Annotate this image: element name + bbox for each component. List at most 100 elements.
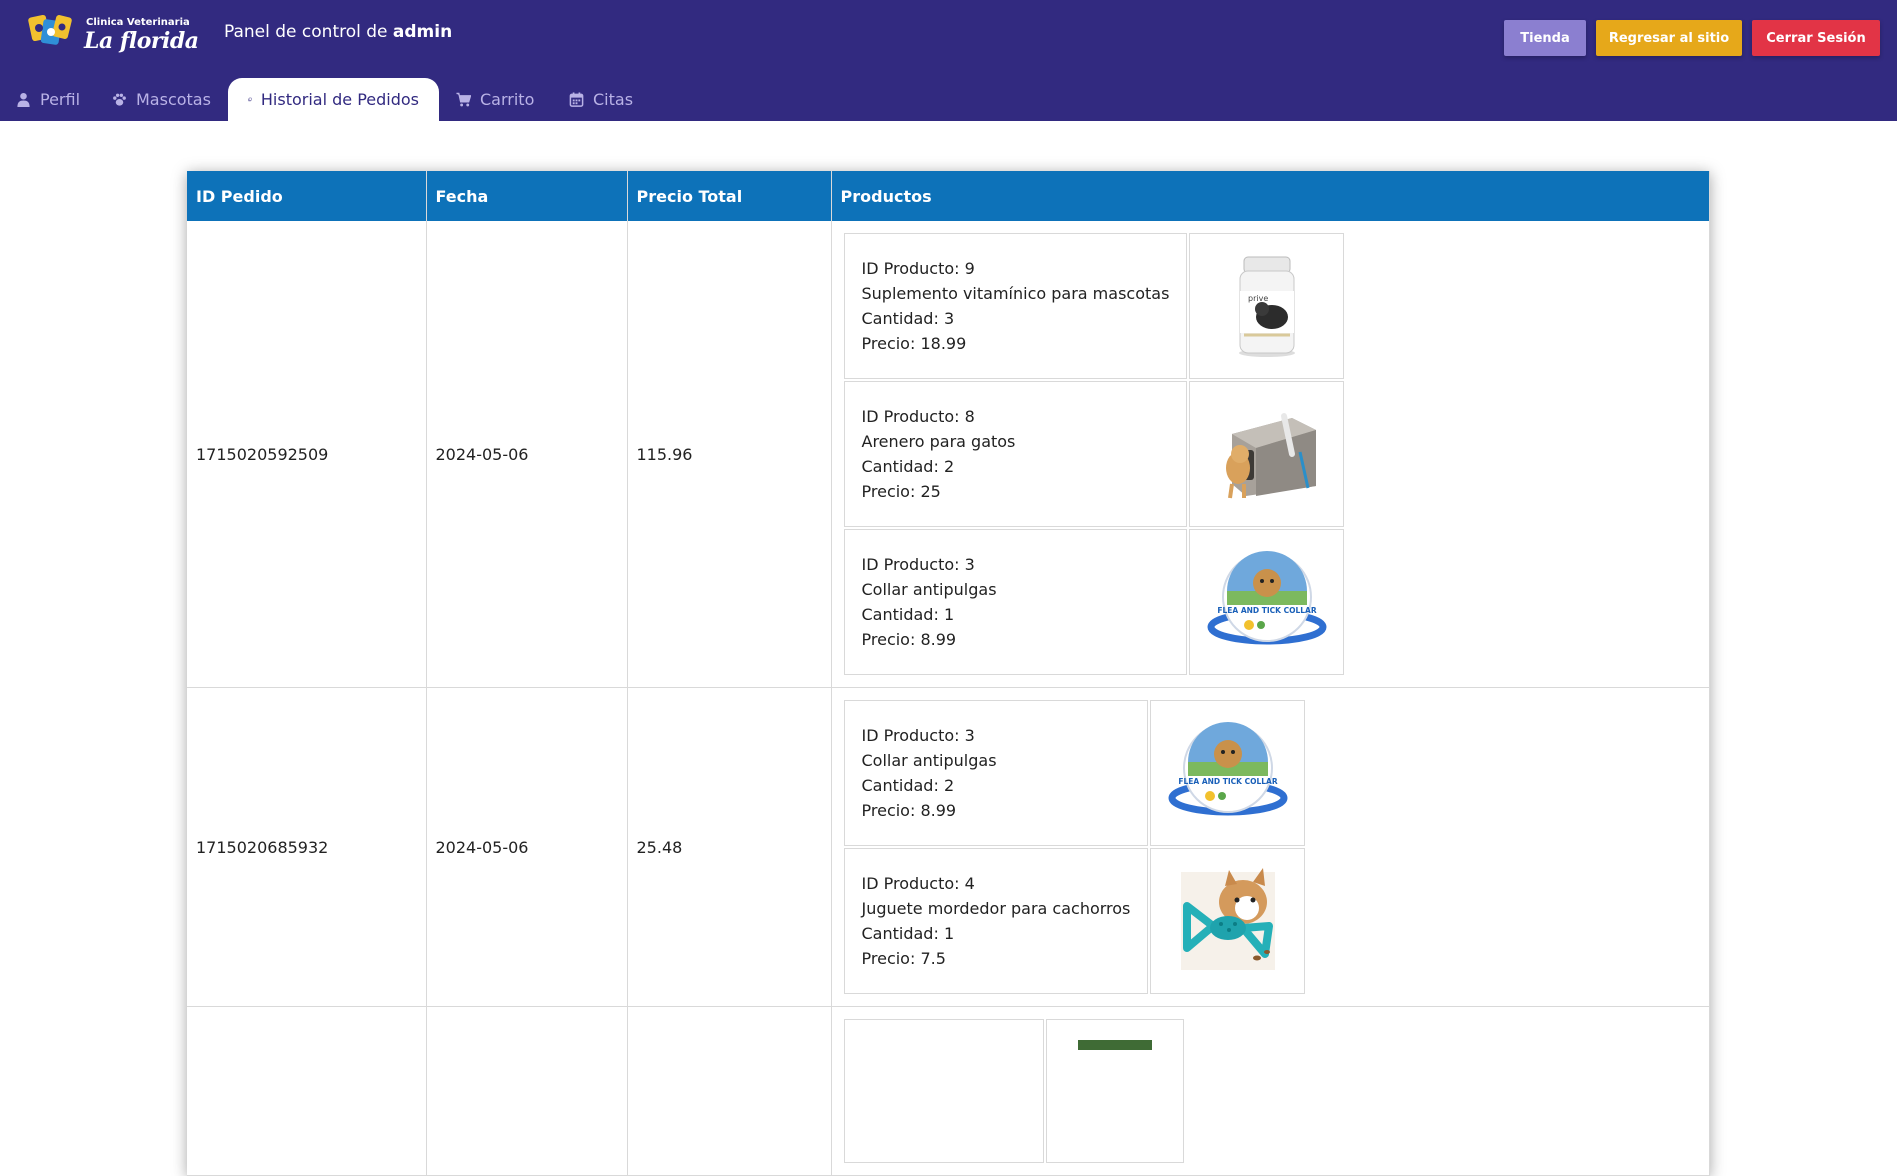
tab-carrito-label: Carrito (480, 90, 535, 109)
order-products: ID Producto: 3 Collar antipulgas Cantida… (831, 687, 1710, 1007)
product-info: ID Producto: 3 Collar antipulgas Cantida… (843, 529, 1188, 675)
product-image-cell (1150, 848, 1306, 994)
chew-toy-image (1160, 859, 1295, 983)
product-name: Collar antipulgas (861, 751, 997, 770)
product-id-line: ID Producto: 9 (862, 256, 1170, 281)
header-id-pedido: ID Pedido (187, 171, 427, 221)
product-price-line: Precio: 7.5 (862, 946, 1131, 971)
svg-text:prive: prive (1248, 294, 1268, 303)
product-image-cell (1189, 381, 1345, 527)
tab-mascotas[interactable]: Mascotas (112, 78, 211, 121)
products-list: ID Producto: 3 Collar antipulgas Cantida… (842, 698, 1308, 996)
product-info (843, 1019, 1044, 1163)
tab-perfil[interactable]: Perfil (16, 78, 80, 121)
order-products (831, 1006, 1710, 1176)
panel-username: admin (392, 22, 453, 42)
tab-historial-pedidos[interactable]: Historial de Pedidos (228, 78, 439, 121)
svg-text:FLEA AND TICK COLLAR: FLEA AND TICK COLLAR (1178, 777, 1277, 786)
product-qty-label: Cantidad: (861, 457, 944, 476)
order-products: ID Producto: 9 Suplemento vitamínico par… (831, 221, 1710, 688)
supplement-bottle-image: prive (1199, 244, 1334, 368)
tab-citas-label: Citas (593, 90, 634, 109)
order-total: 115.96 (627, 221, 832, 688)
logo-text-line1: Clinica Veterinaria (86, 17, 190, 28)
user-icon (17, 92, 30, 107)
tab-mascotas-label: Mascotas (136, 90, 211, 109)
product-id-line: ID Producto: 3 (862, 723, 1131, 748)
product-info: ID Producto: 9 Suplemento vitamínico par… (843, 233, 1188, 379)
product-id-line: ID Producto: 4 (862, 871, 1131, 896)
tab-carrito[interactable]: Carrito (456, 78, 534, 121)
product-image-cell: FLEA AND TICK COLLAR (1150, 700, 1306, 846)
products-list: ID Producto: 9 Suplemento vitamínico par… (842, 231, 1347, 677)
product-qty-line: Cantidad: 2 (862, 773, 1131, 798)
top-navbar: Clinica Veterinaria La florida Panel de … (0, 0, 1897, 121)
tab-historial-label: Historial de Pedidos (260, 90, 419, 109)
tab-perfil-label: Perfil (40, 90, 81, 109)
product-id: 4 (964, 874, 975, 893)
product-row: ID Producto: 9 Suplemento vitamínico par… (843, 233, 1345, 379)
product-price-label: Precio: (861, 334, 921, 353)
product-id-label: ID Producto: (861, 555, 965, 574)
product-row: ID Producto: 4 Juguete mordedor para cac… (843, 848, 1306, 994)
order-date: 2024-05-06 (426, 221, 628, 688)
product-id: 8 (964, 407, 975, 426)
product-image (1056, 1029, 1174, 1153)
product-image-cell: prive (1189, 233, 1345, 379)
order-id: 1715020592509 (187, 221, 427, 688)
svg-text:FLEA AND TICK COLLAR: FLEA AND TICK COLLAR (1217, 606, 1316, 615)
orders-table: ID Pedido Fecha Precio Total Productos 1… (187, 171, 1710, 1176)
product-row: ID Producto: 3 Collar antipulgas Cantida… (843, 529, 1345, 675)
product-id-label: ID Producto: (861, 259, 965, 278)
tienda-button[interactable]: Tienda (1504, 20, 1586, 56)
calendar-icon (569, 92, 584, 107)
product-price: 25 (920, 482, 941, 501)
order-id: 1715020685932 (187, 687, 427, 1007)
product-qty-label: Cantidad: (861, 605, 944, 624)
product-price: 8.99 (920, 801, 957, 820)
product-qty: 1 (943, 605, 955, 624)
paw-icon (113, 93, 126, 106)
header-fecha: Fecha (426, 171, 628, 221)
cat-litter-box-image (1199, 392, 1334, 516)
product-price: 7.5 (920, 949, 946, 968)
header-precio-total: Precio Total (627, 171, 832, 221)
product-id-line: ID Producto: 8 (862, 404, 1170, 429)
order-total: 25.48 (627, 687, 832, 1007)
product-qty-line: Cantidad: 2 (862, 454, 1170, 479)
cart-icon (456, 92, 471, 107)
product-image-cell: FLEA AND TICK COLLAR (1189, 529, 1345, 675)
table-row (187, 1006, 1710, 1176)
product-qty-line: Cantidad: 1 (862, 921, 1131, 946)
product-price-label: Precio: (861, 801, 921, 820)
tab-citas[interactable]: Citas (569, 78, 633, 121)
product-id: 3 (964, 555, 975, 574)
product-price-line: Precio: 18.99 (862, 331, 1170, 356)
product-price-line: Precio: 8.99 (862, 798, 1131, 823)
product-qty: 2 (943, 776, 955, 795)
order-id (187, 1006, 427, 1176)
product-qty-line: Cantidad: 1 (862, 602, 1170, 627)
flea-collar-image: FLEA AND TICK COLLAR (1199, 540, 1334, 664)
logout-button[interactable]: Cerrar Sesión (1752, 20, 1880, 56)
product-price: 18.99 (920, 334, 967, 353)
product-price-label: Precio: (861, 482, 921, 501)
product-image-cell (1045, 1019, 1184, 1163)
product-id: 3 (964, 726, 975, 745)
product-name: Arenero para gatos (861, 432, 1016, 451)
product-price: 8.99 (920, 630, 957, 649)
table-header-row: ID Pedido Fecha Precio Total Productos (187, 171, 1710, 221)
product-id-label: ID Producto: (861, 407, 965, 426)
product-id-line: ID Producto: 3 (862, 552, 1170, 577)
back-to-site-button[interactable]: Regresar al sitio (1596, 20, 1742, 56)
product-info: ID Producto: 4 Juguete mordedor para cac… (843, 848, 1149, 994)
product-info: ID Producto: 8 Arenero para gatos Cantid… (843, 381, 1188, 527)
product-id-label: ID Producto: (861, 874, 965, 893)
product-info: ID Producto: 3 Collar antipulgas Cantida… (843, 700, 1149, 846)
header-productos: Productos (831, 171, 1710, 221)
clinic-logo[interactable]: Clinica Veterinaria La florida (26, 10, 199, 56)
product-price-label: Precio: (861, 630, 921, 649)
product-qty: 3 (943, 309, 955, 328)
orders-table-container: ID Pedido Fecha Precio Total Productos 1… (187, 171, 1710, 1176)
product-name: Collar antipulgas (861, 580, 997, 599)
